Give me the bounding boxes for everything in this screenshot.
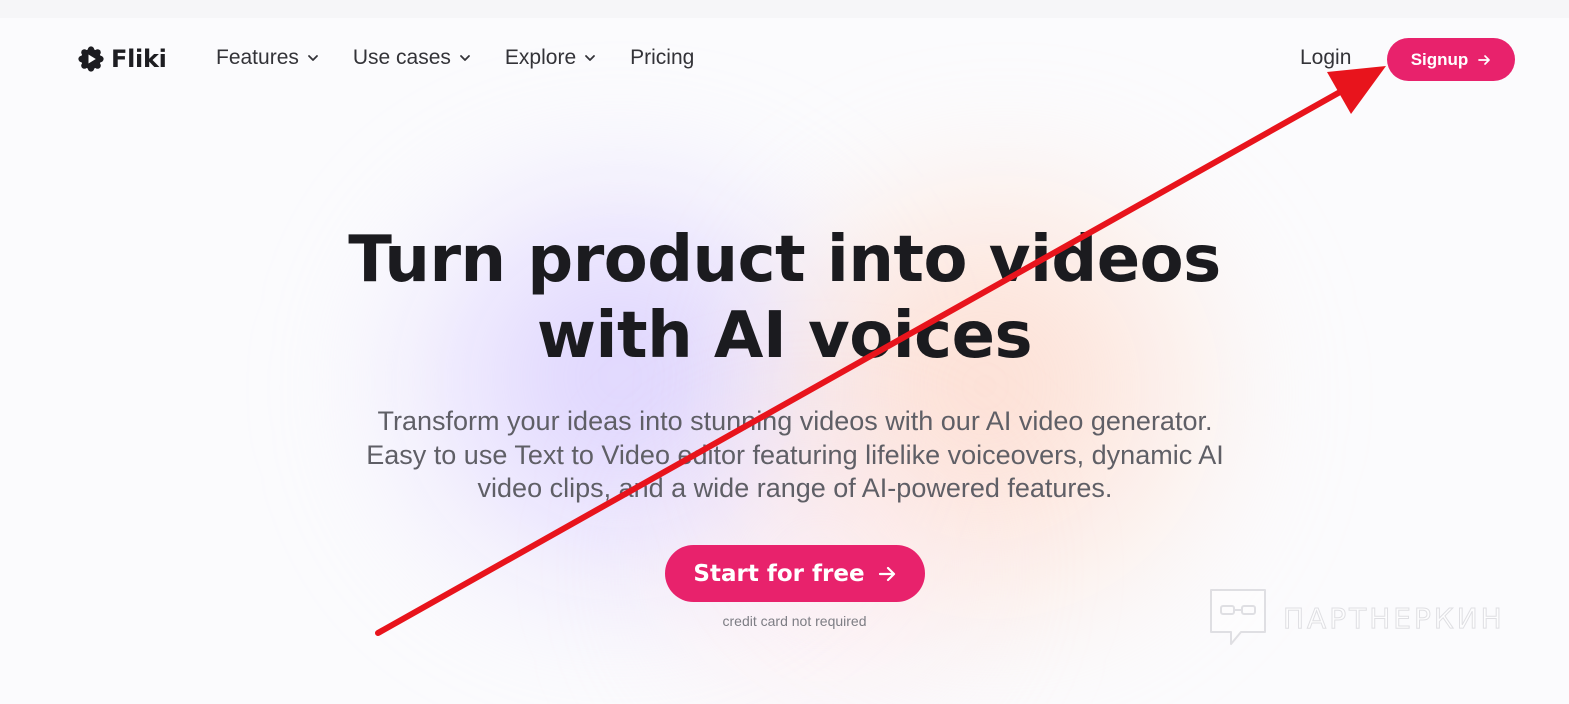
chat-bubble-glasses-icon: [1210, 589, 1266, 645]
hero-title-line2: with AI voices: [536, 299, 1033, 373]
navbar: Fliki Features Use cases Explore Pricing…: [0, 18, 1569, 100]
hero-title-line1: Turn product into videos: [348, 223, 1221, 297]
nav-pricing[interactable]: Pricing: [630, 46, 694, 70]
hero-subtitle: Transform your ideas into stunning video…: [334, 405, 1256, 506]
nav-features[interactable]: Features: [216, 46, 319, 70]
signup-button[interactable]: Signup: [1387, 38, 1515, 81]
start-for-free-label: Start for free: [693, 560, 865, 587]
hero-title: Turn product into videos with AI voices: [0, 222, 1569, 374]
arrow-right-icon: [1478, 54, 1491, 65]
nav-features-label: Features: [216, 46, 299, 69]
arrow-right-icon: [878, 566, 895, 581]
nav-use-cases-label: Use cases: [352, 46, 451, 69]
nav-pricing-label: Pricing: [630, 46, 695, 69]
login-link[interactable]: Login: [1300, 46, 1351, 70]
watermark: ПАРТНЕРКИН: [1207, 586, 1505, 650]
brand-name: Fliki: [111, 45, 167, 73]
hero-subtitle-line1: Transform your ideas into stunning video…: [377, 406, 1213, 436]
hero-subtitle-line2: Easy to use Text to Video editor featuri…: [366, 439, 1224, 470]
logo-link[interactable]: Fliki: [78, 45, 167, 73]
nav-explore[interactable]: Explore: [505, 46, 596, 70]
hero-subtitle-line3: video clips, and a wide range of AI-powe…: [477, 473, 1113, 503]
nav-explore-label: Explore: [504, 46, 577, 69]
main-menu: Features Use cases Explore Pricing: [216, 46, 728, 70]
nav-use-cases[interactable]: Use cases: [353, 46, 471, 70]
fliki-logo-icon: [78, 46, 104, 72]
chevron-down-icon: [585, 55, 596, 61]
chevron-down-icon: [460, 55, 470, 61]
watermark-text: ПАРТНЕРКИН: [1283, 601, 1505, 635]
start-for-free-button[interactable]: Start for free: [665, 545, 925, 602]
chevron-down-icon: [307, 55, 318, 61]
top-strip: [0, 0, 1569, 18]
signup-button-label: Signup: [1410, 49, 1469, 69]
